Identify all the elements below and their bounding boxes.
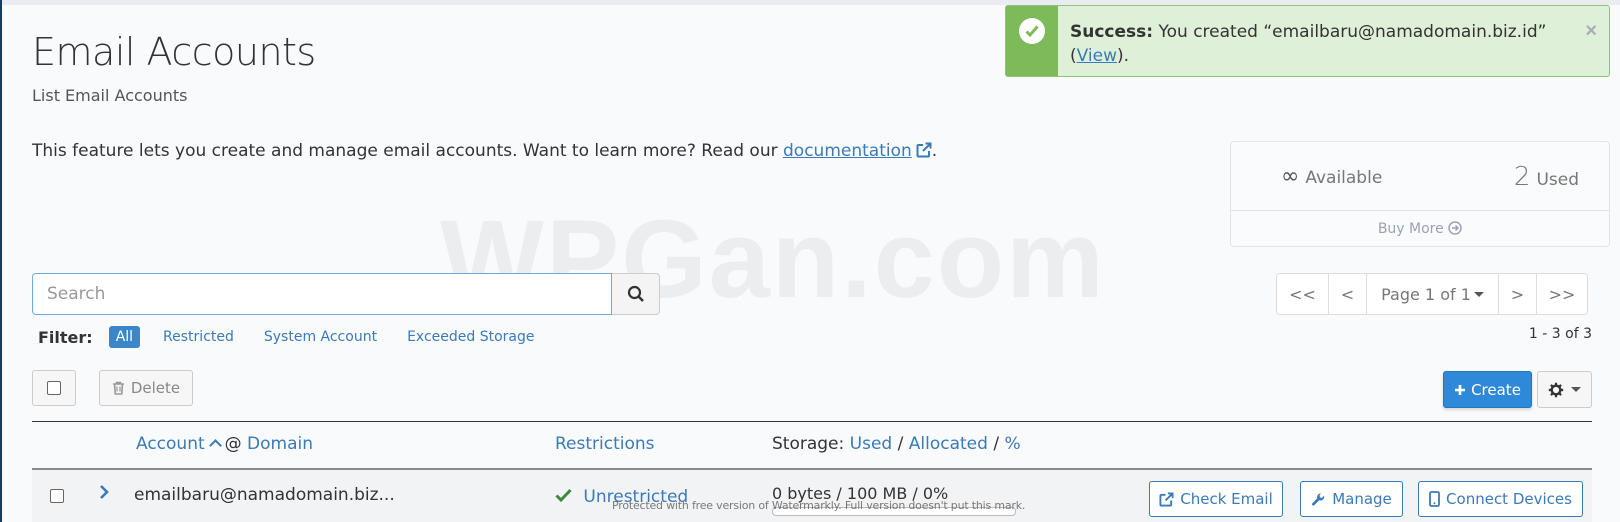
manage-button[interactable]: Manage [1300,481,1403,517]
row-checkbox[interactable] [50,489,64,503]
header-account-domain: Account @ Domain [136,434,313,454]
table-row: emailbaru@namadomain.biz... Unrestricted… [32,470,1592,522]
delete-label: Delete [130,379,181,397]
external-link-icon [1159,491,1174,507]
alert-side [1006,6,1058,76]
sort-domain[interactable]: Domain [247,434,313,454]
header-restrictions[interactable]: Restrictions [555,434,655,454]
header-sep-1: / [897,434,904,454]
plus-icon [1455,384,1466,395]
prev-page-button[interactable]: < [1329,274,1367,314]
sort-allocated[interactable]: Allocated [909,434,988,454]
used-label: Used [1536,170,1579,190]
arrow-circle-right-icon [1448,221,1462,235]
storage-progress-bar [772,507,1016,516]
checkbox [47,381,61,395]
available-label: Available [1305,168,1383,188]
search-input[interactable] [32,273,612,315]
filter-restricted[interactable]: Restricted [156,326,241,348]
search-bar [32,273,660,315]
storage-prefix: Storage: [772,434,845,454]
create-button[interactable]: Create [1443,371,1532,408]
filter-label: Filter: [38,327,93,347]
account-email: emailbaru@namadomain.biz... [134,485,395,505]
first-page-button[interactable]: << [1277,274,1329,314]
search-button[interactable] [612,273,660,315]
sort-up-icon [208,439,222,452]
close-icon[interactable]: × [1585,20,1597,43]
settings-dropdown-button[interactable] [1537,371,1592,408]
last-page-button[interactable]: >> [1537,274,1587,314]
restriction-label: Unrestricted [583,487,689,507]
alert-view-link[interactable]: View [1077,46,1117,66]
delete-button[interactable]: Delete [99,370,193,406]
alert-body: Success: You created “emailbaru@namadoma… [1058,6,1558,76]
page-label: Page 1 of 1 [1381,284,1471,304]
page-select[interactable]: Page 1 of 1 [1367,274,1499,314]
header-storage: Storage: Used / Allocated / % [772,434,1021,454]
alert-message: You created “emailbaru@namadomain.biz.id… [1153,22,1547,42]
pagination: << < Page 1 of 1 > >> [1276,273,1588,315]
header-at: @ [224,434,242,454]
filter-system-account[interactable]: System Account [257,326,384,348]
stat-used: 2 Used [1514,162,1579,192]
infinity-symbol: ∞ [1281,164,1300,189]
checkmark-icon [555,488,572,503]
storage-usage: 0 bytes / 100 MB / 0% [772,484,949,503]
caret-down-icon [1473,291,1484,297]
page-title: Email Accounts [32,30,316,74]
left-edge [0,0,2,522]
sort-percent[interactable]: % [1004,434,1020,454]
alert-open-paren: ( [1070,46,1077,66]
search-icon [627,285,644,302]
caret-down-icon [1571,387,1581,392]
buy-more-link[interactable]: Buy More [1231,221,1609,237]
result-range: 1 - 3 of 3 [1528,326,1592,342]
next-page-button[interactable]: > [1499,274,1537,314]
manage-label: Manage [1332,490,1392,508]
gear-icon [1548,382,1564,397]
used-value: 2 [1513,162,1531,192]
intro-body: This feature lets you create and manage … [32,141,783,161]
sort-account[interactable]: Account [136,434,205,454]
external-link-icon[interactable] [916,142,932,158]
wrench-icon [1312,492,1325,506]
check-email-button[interactable]: Check Email [1149,481,1283,517]
filter-exceeded-storage[interactable]: Exceeded Storage [400,326,541,348]
connect-devices-label: Connect Devices [1446,490,1572,508]
alert-prefix: Success: [1070,22,1154,42]
restriction-status[interactable]: Unrestricted [555,487,688,507]
trash-icon [112,381,124,395]
buy-more-label: Buy More [1377,221,1444,237]
intro-suffix: . [931,141,938,161]
create-label: Create [1471,380,1521,399]
select-all-checkbox[interactable] [32,370,76,406]
table-top-border [32,421,1592,422]
stat-available: ∞ Available [1281,164,1382,189]
stats-divider [1231,210,1609,211]
success-alert: Success: You created “emailbaru@namadoma… [1005,5,1610,77]
alert-close-text: ). [1116,46,1130,66]
check-circle-icon [1019,18,1045,44]
check-email-label: Check Email [1180,490,1273,508]
header-sep-2: / [993,434,1000,454]
stats-box: ∞ Available 2 Used Buy More [1230,141,1610,247]
intro-text: This feature lets you create and manage … [32,141,937,161]
connect-devices-button[interactable]: Connect Devices [1418,481,1583,517]
filter-row: Filter: All Restricted System Account Ex… [38,326,557,348]
sort-used[interactable]: Used [850,434,893,454]
mobile-phone-icon [1429,491,1440,507]
chevron-right-icon[interactable] [98,483,110,506]
filter-all[interactable]: All [108,326,141,348]
page-subtitle: List Email Accounts [32,86,188,105]
documentation-link[interactable]: documentation [783,141,912,161]
